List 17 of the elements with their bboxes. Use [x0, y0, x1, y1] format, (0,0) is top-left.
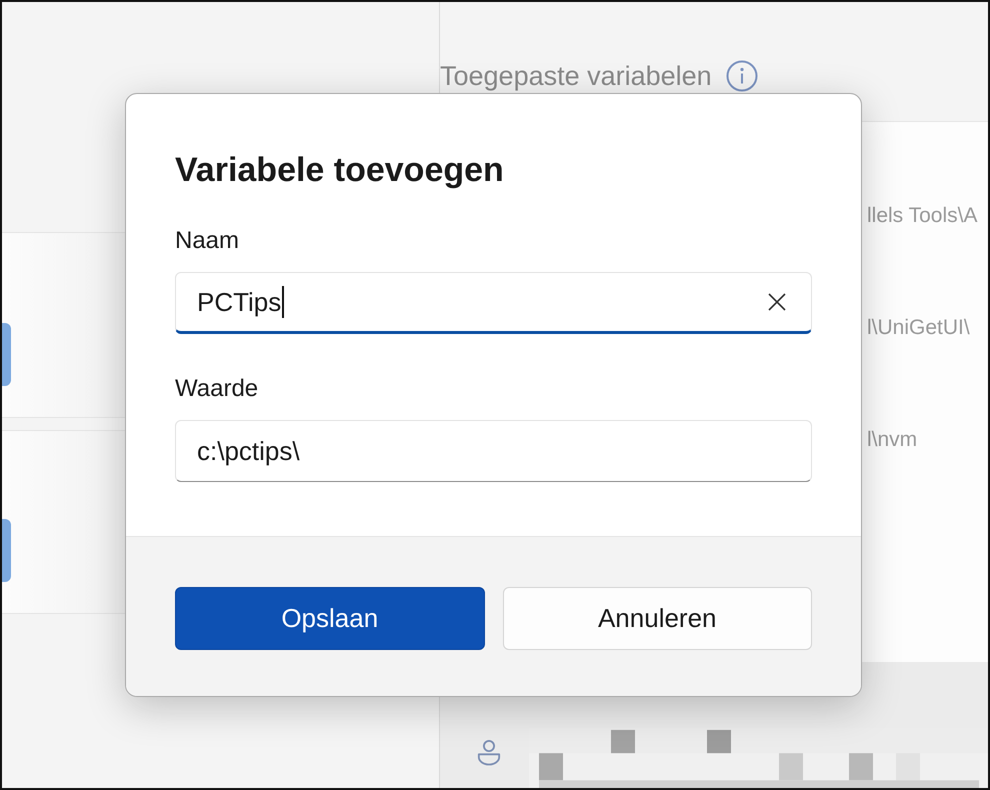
variable-path: l\nvm — [867, 428, 918, 452]
text-input-field[interactable]: PCTips — [175, 272, 812, 334]
variable-path: l\UniGetUI\ — [867, 316, 970, 340]
text-input-field[interactable]: c:\pctips\ — [175, 420, 812, 482]
field-label: Naam — [175, 226, 240, 256]
text-cursor-icon — [282, 286, 284, 318]
dialog-button[interactable]: Annuleren — [502, 587, 812, 650]
field-label: Waarde — [175, 374, 258, 404]
dialog-button[interactable]: Opslaan — [175, 587, 484, 650]
variable-path: llels Tools\A — [867, 204, 978, 228]
clear-icon[interactable] — [768, 293, 786, 311]
partial-button[interactable] — [2, 323, 11, 386]
info-icon[interactable] — [726, 60, 758, 92]
user-icon — [477, 739, 501, 766]
dialog-title: Variabele toevoegen — [175, 150, 504, 191]
partial-button[interactable] — [2, 519, 11, 582]
section-heading: Toegepaste variabelen — [440, 60, 712, 92]
